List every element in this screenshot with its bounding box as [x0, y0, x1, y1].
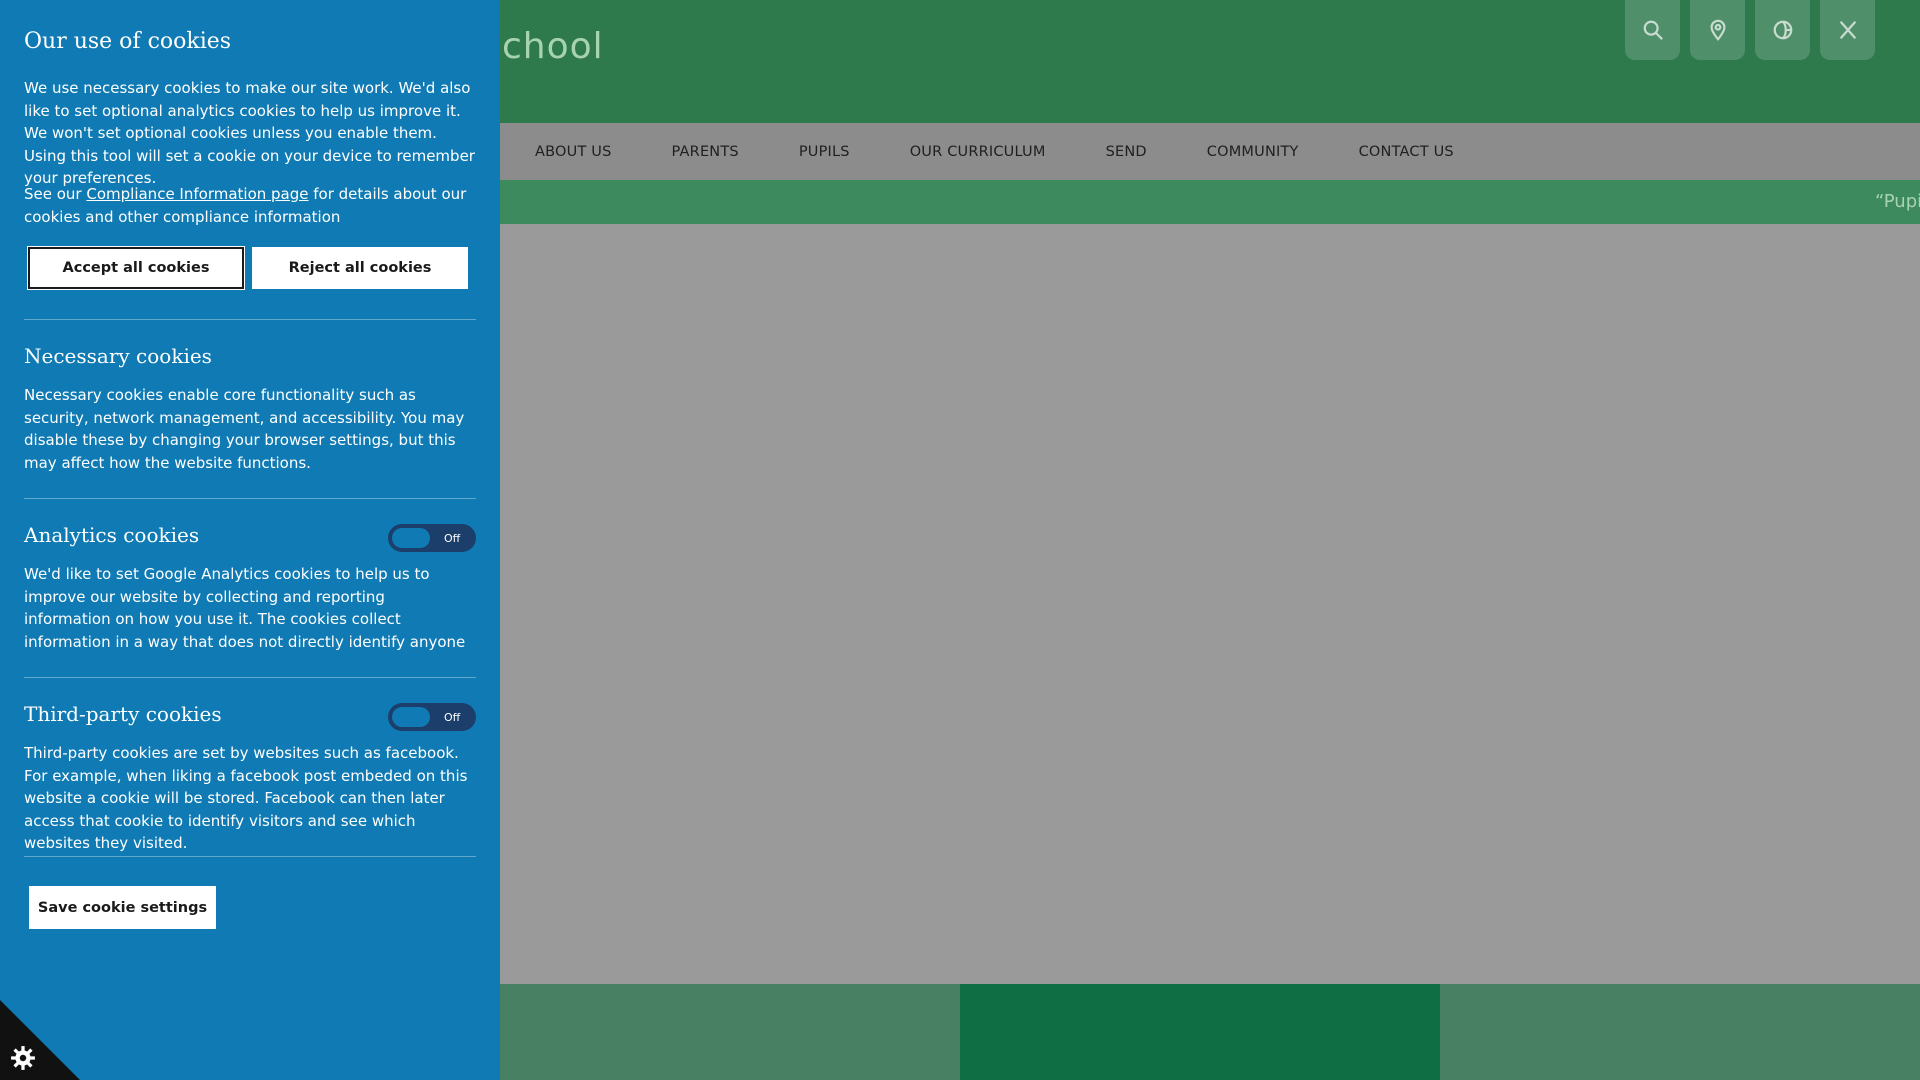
divider: [24, 856, 476, 857]
header-icon-bar: [1625, 0, 1875, 60]
nav-item-parents[interactable]: PARENTS: [672, 144, 739, 160]
cookie-settings-toggle[interactable]: [0, 1000, 80, 1080]
analytics-cookies-toggle[interactable]: Off: [388, 524, 476, 552]
translate-button[interactable]: [1755, 0, 1810, 60]
nav-item-about-us[interactable]: ABOUT US: [535, 144, 612, 160]
compliance-paragraph: See our Compliance Information page for …: [24, 183, 476, 228]
nav-item-community[interactable]: COMMUNITY: [1207, 144, 1299, 160]
search-button[interactable]: [1625, 0, 1680, 60]
third-party-cookies-toggle[interactable]: Off: [388, 703, 476, 731]
site-title[interactable]: chool: [502, 26, 604, 67]
save-cookie-settings-button[interactable]: Save cookie settings: [29, 886, 216, 929]
feature-tile-2[interactable]: [960, 984, 1440, 1080]
third-party-cookies-text: Third-party cookies are set by websites …: [24, 744, 468, 852]
x-twitter-button[interactable]: [1820, 0, 1875, 60]
translate-icon: [1773, 20, 1792, 40]
ticker-text: “Pupi: [1875, 191, 1920, 212]
analytics-cookies-text: We'd like to set Google Analytics cookie…: [24, 565, 466, 651]
location-button[interactable]: [1690, 0, 1745, 60]
divider: [24, 677, 476, 678]
search-icon: [1643, 20, 1663, 40]
cookie-consent-panel: Our use of cookies We use necessary cook…: [0, 0, 500, 1080]
cookie-intro-text: We use necessary cookies to make our sit…: [24, 79, 475, 187]
nav-item-pupils[interactable]: PUPILS: [799, 144, 850, 160]
necessary-cookies-title: Necessary cookies: [24, 344, 212, 368]
nav-item-contact-us[interactable]: CONTACT US: [1359, 144, 1454, 160]
necessary-cookies-text: Necessary cookies enable core functional…: [24, 386, 465, 472]
toggle-state-label: Off: [444, 531, 461, 545]
third-party-cookies-title: Third-party cookies: [24, 702, 222, 726]
reject-all-cookies-button[interactable]: Reject all cookies: [252, 247, 468, 289]
x-twitter-icon: [1839, 21, 1856, 39]
accept-all-cookies-button[interactable]: Accept all cookies: [27, 246, 245, 290]
consent-button-row: Accept all cookies Reject all cookies: [27, 246, 468, 290]
nav-item-send[interactable]: SEND: [1106, 144, 1147, 160]
toggle-knob: [392, 528, 430, 548]
compliance-prefix: See our: [24, 185, 87, 203]
analytics-cookies-title: Analytics cookies: [24, 523, 200, 547]
toggle-state-label: Off: [444, 710, 461, 724]
cookie-panel-title: Our use of cookies: [24, 29, 232, 54]
gear-icon: [11, 1046, 35, 1070]
compliance-info-link[interactable]: Compliance Information page: [86, 185, 308, 203]
location-pin-icon: [1709, 19, 1726, 41]
toggle-knob: [392, 707, 430, 727]
divider: [24, 319, 476, 320]
nav-item-our-curriculum[interactable]: OUR CURRICULUM: [910, 144, 1046, 160]
nav-list: ABOUT US PARENTS PUPILS OUR CURRICULUM S…: [535, 123, 1514, 180]
divider: [24, 498, 476, 499]
feature-tile-3[interactable]: [1440, 984, 1920, 1080]
